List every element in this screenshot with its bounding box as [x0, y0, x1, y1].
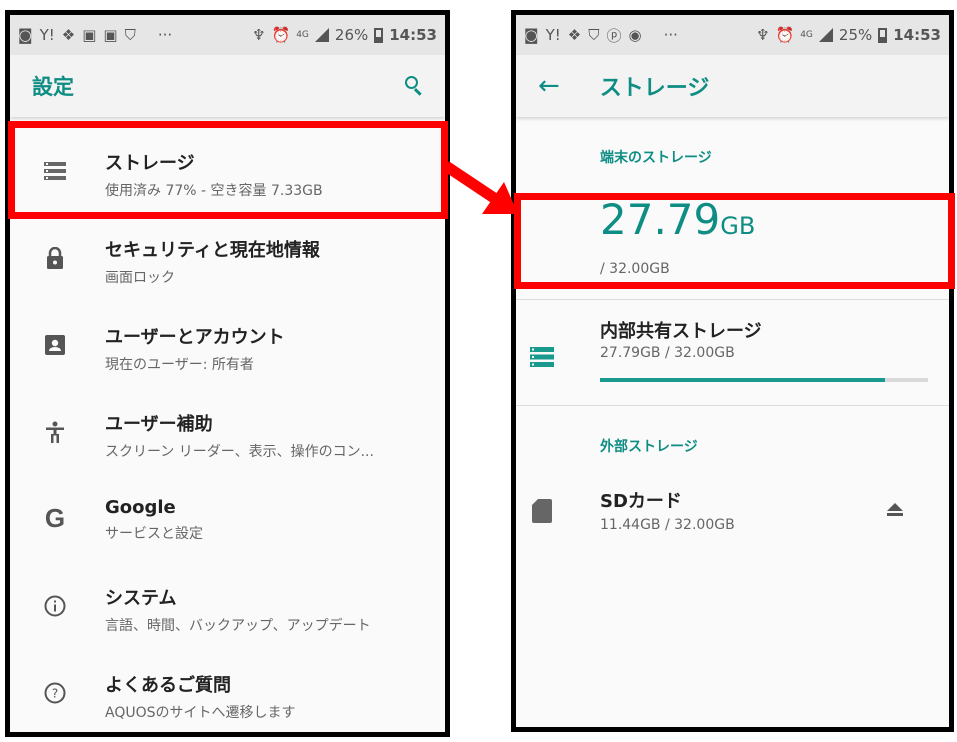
settings-item-system[interactable]: システム 言語、時間、バックアップ、アップデート — [10, 562, 445, 649]
clock: 14:53 — [893, 26, 941, 44]
storage-name: 内部共有ストレージ — [600, 321, 762, 342]
svg-text:?: ? — [52, 686, 58, 700]
item-title: セキュリティと現在地情報 — [105, 240, 320, 261]
yahoo-icon: Y! — [39, 26, 55, 44]
storage-progress-bar — [600, 378, 928, 382]
item-title: システム — [105, 588, 177, 609]
status-bar: ◙ Y! ❖ ▣ ▣ ⛉ ··· ♆ ⏰ 4G 26% 14:53 — [10, 15, 445, 55]
item-subtitle: スクリーン リーダー、表示、操作のコン... — [105, 444, 374, 460]
item-title: ユーザー補助 — [105, 414, 213, 435]
app-icon: ❖ — [61, 26, 76, 44]
storage-usage: 11.44GB / 32.00GB — [600, 517, 735, 533]
app-icon: ❖ — [567, 26, 582, 44]
settings-item-google[interactable]: G Google サービスと設定 — [10, 475, 445, 562]
notification-icon: ◙ — [18, 26, 33, 44]
item-title: よくあるご質問 — [105, 675, 231, 696]
shield-icon: ⛉ — [124, 26, 136, 44]
page-title: ストレージ — [599, 76, 710, 101]
storage-name: SDカード — [600, 491, 682, 512]
app-icon: ◉ — [628, 26, 642, 44]
status-bar: ◙ Y! ❖ ⛉ ⓟ ◉ ··· ♆ ⏰ 4G 25% 14:53 — [516, 15, 949, 55]
alarm-icon: ⏰ — [271, 26, 291, 44]
item-title: Google — [105, 497, 176, 518]
app-bar: 設定 — [10, 55, 445, 117]
battery-icon — [374, 27, 384, 43]
battery-percent: 25% — [838, 26, 873, 44]
item-title: ユーザーとアカウント — [105, 327, 285, 348]
clock: 14:53 — [389, 26, 437, 44]
shield-icon: ⛉ — [588, 26, 600, 44]
battery-percent: 26% — [334, 26, 369, 44]
sdcard-row[interactable]: SDカード 11.44GB / 32.00GB — [516, 477, 949, 547]
lock-icon — [44, 246, 66, 269]
storage-icon — [530, 347, 554, 371]
yahoo-icon: Y! — [545, 26, 561, 44]
more-notifications-icon: ··· — [663, 26, 678, 44]
settings-item-accounts[interactable]: ユーザーとアカウント 現在のユーザー: 所有者 — [10, 301, 445, 388]
info-icon — [44, 595, 66, 617]
video-icon: ▣ — [103, 26, 118, 44]
battery-icon — [878, 27, 888, 43]
item-subtitle: 画面ロック — [105, 270, 175, 286]
more-notifications-icon: ··· — [157, 26, 173, 44]
notification-icon: ◙ — [524, 26, 539, 44]
network-type: 4G — [296, 30, 309, 40]
divider — [516, 405, 949, 406]
alarm-icon: ⏰ — [775, 26, 795, 44]
item-subtitle: AQUOSのサイトへ遷移します — [105, 705, 296, 721]
page-title: 設定 — [32, 75, 74, 99]
storage-screen: ◙ Y! ❖ ⛉ ⓟ ◉ ··· ♆ ⏰ 4G 25% 14:53 ← ストレー… — [511, 10, 954, 732]
account-box-icon — [44, 334, 66, 356]
eject-icon[interactable] — [886, 503, 904, 521]
pinterest-icon: ⓟ — [606, 26, 622, 45]
signal-icon — [818, 28, 833, 42]
app-bar: ← ストレージ — [516, 55, 949, 117]
highlight-box-used-value — [514, 193, 955, 289]
help-icon: ? — [44, 682, 66, 704]
item-subtitle: 現在のユーザー: 所有者 — [105, 357, 254, 373]
external-storage-heading: 外部ストレージ — [600, 439, 698, 455]
settings-item-security[interactable]: セキュリティと現在地情報 画面ロック — [10, 214, 445, 301]
item-subtitle: 言語、時間、バックアップ、アップデート — [105, 618, 371, 634]
item-subtitle: サービスと設定 — [105, 526, 203, 542]
settings-item-accessibility[interactable]: ユーザー補助 スクリーン リーダー、表示、操作のコン... — [10, 388, 445, 475]
network-type: 4G — [800, 30, 813, 40]
accessibility-icon — [44, 421, 66, 443]
device-storage-heading: 端末のストレージ — [600, 150, 712, 166]
sdcard-icon — [532, 499, 556, 523]
internal-storage-row[interactable]: 内部共有ストレージ 27.79GB / 32.00GB — [516, 299, 949, 405]
storage-usage: 27.79GB / 32.00GB — [600, 345, 735, 361]
highlight-box-storage-item — [8, 121, 448, 219]
google-icon: G — [44, 503, 66, 533]
video-icon: ▣ — [82, 26, 97, 44]
wifi-icon: ♆ — [252, 26, 266, 44]
progress-fill — [600, 378, 885, 382]
back-arrow-icon[interactable]: ← — [538, 73, 560, 99]
wifi-icon: ♆ — [756, 26, 770, 44]
settings-item-faq[interactable]: ? よくあるご質問 AQUOSのサイトへ遷移します — [10, 649, 445, 732]
settings-screen: ◙ Y! ❖ ▣ ▣ ⛉ ··· ♆ ⏰ 4G 26% 14:53 設定 ストレ… — [5, 10, 450, 737]
signal-icon — [314, 28, 329, 42]
red-arrow-icon — [442, 158, 522, 228]
search-icon[interactable] — [405, 76, 425, 96]
